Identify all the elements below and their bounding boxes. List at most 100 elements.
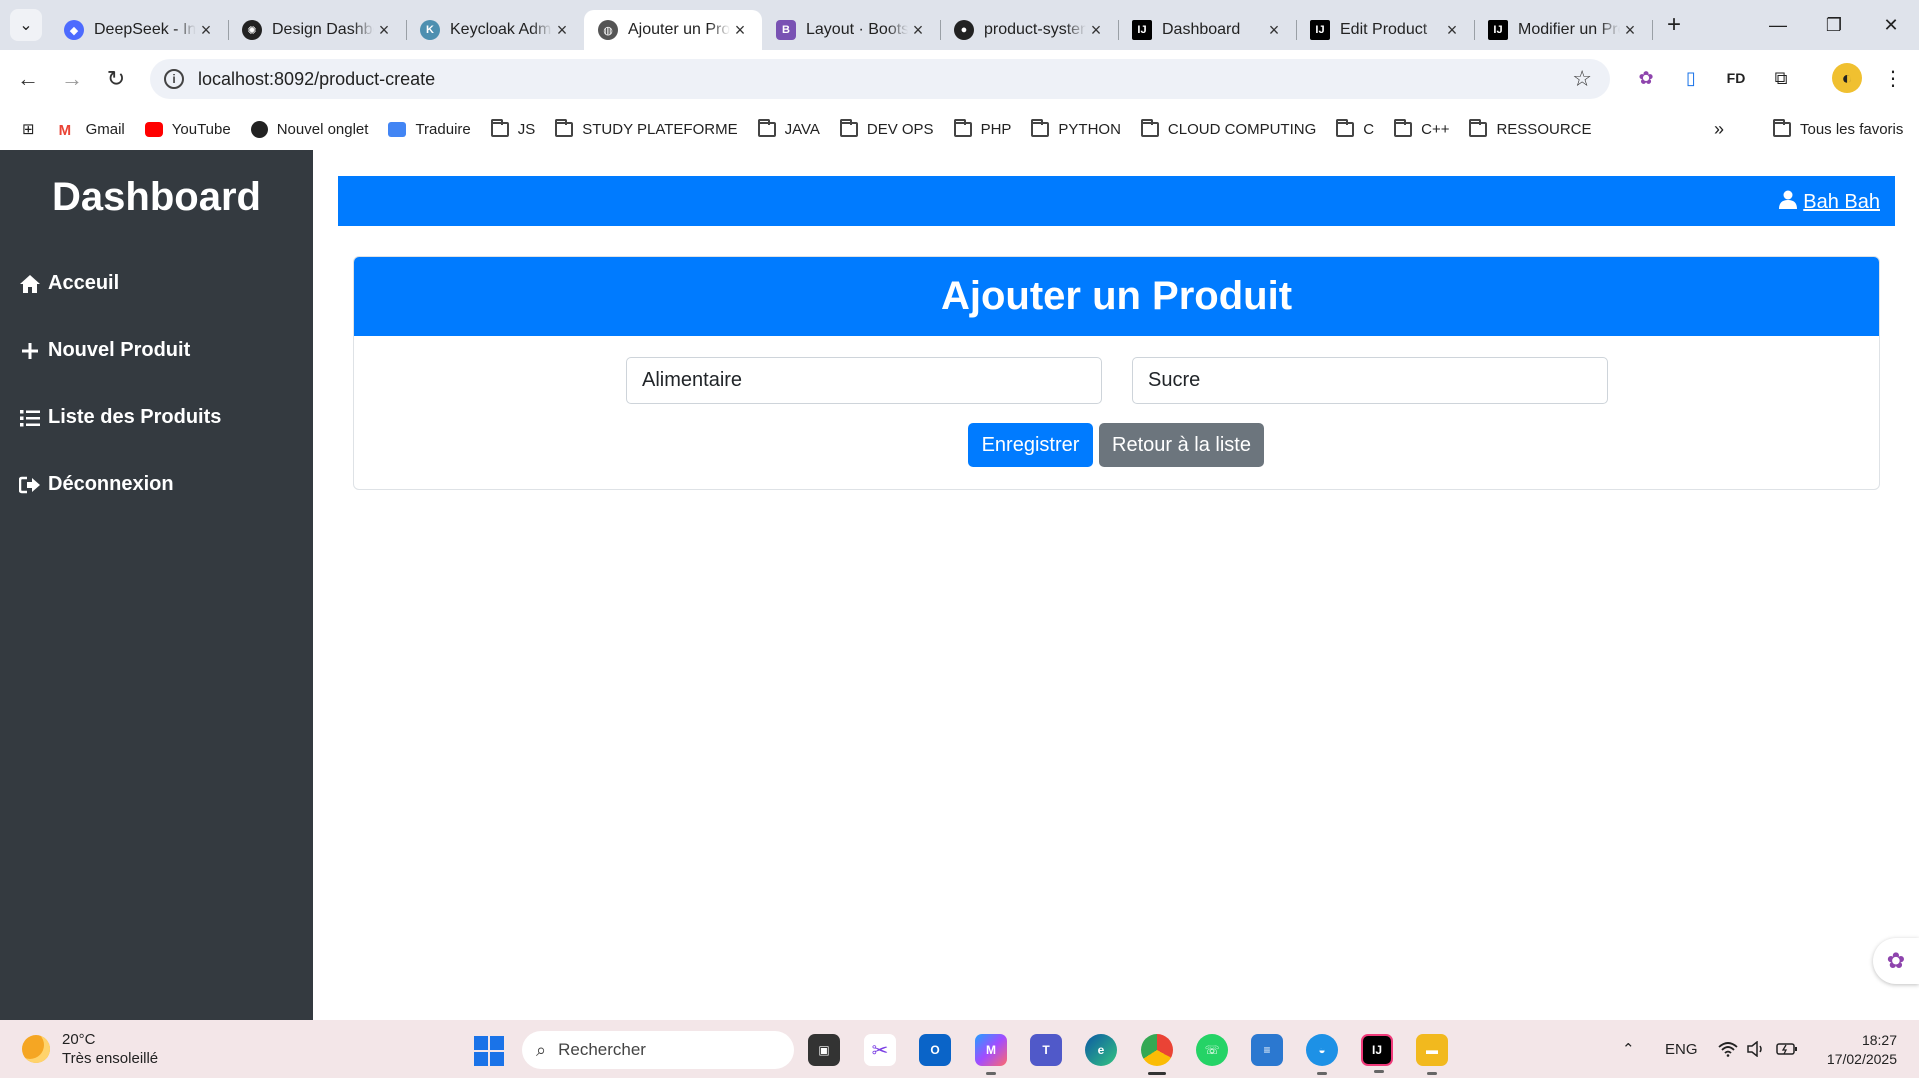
bookmark-label: CLOUD COMPUTING	[1167, 120, 1317, 138]
restore-button[interactable]: ❐	[1806, 0, 1862, 50]
bookmark-youtube[interactable]: YouTube	[144, 121, 231, 138]
docker-icon[interactable]: ◒	[1306, 1034, 1338, 1075]
more-bookmarks-chevron-icon[interactable]: »	[1714, 119, 1724, 140]
close-tab-icon[interactable]: ×	[730, 20, 750, 41]
browser-menu-icon[interactable]: ⋮	[1878, 63, 1908, 93]
bookmark-folder-python[interactable]: PYTHON	[1031, 118, 1121, 138]
snipping-tool-icon[interactable]: ✂	[864, 1034, 896, 1066]
tab-keycloak[interactable]: K Keycloak Administration ×	[406, 10, 584, 50]
bookmark-star-icon[interactable]: ☆	[1572, 66, 1592, 92]
tab-ajouter-produit[interactable]: ◍ Ajouter un Produit ×	[584, 10, 762, 50]
weather-temp: 20°C	[62, 1031, 96, 1048]
chrome-icon[interactable]	[1141, 1034, 1173, 1075]
site-info-icon[interactable]: i	[164, 69, 184, 89]
save-button[interactable]: Enregistrer	[968, 423, 1093, 467]
tab-modifier-produit[interactable]: IJ Modifier un Produit ×	[1474, 10, 1653, 50]
bookmark-folder-ressource[interactable]: RESSOURCE	[1469, 118, 1592, 138]
tab-edit-product[interactable]: IJ Edit Product ×	[1296, 10, 1475, 50]
tab-dashboard[interactable]: IJ Dashboard ×	[1118, 10, 1297, 50]
bookmark-folder-cpp[interactable]: C++	[1394, 118, 1449, 138]
bookmark-nouvel-onglet[interactable]: Nouvel onglet	[250, 120, 368, 138]
edge-icon[interactable]: e	[1085, 1034, 1117, 1066]
fd-extension-icon[interactable]: FD	[1721, 63, 1751, 93]
tab-deepseek[interactable]: ◆ DeepSeek - Into the Unknown ×	[50, 10, 229, 50]
extensions-puzzle-icon[interactable]: ⧉	[1766, 63, 1796, 93]
intellij-icon: IJ	[1310, 20, 1330, 40]
battery-icon[interactable]	[1776, 1020, 1798, 1078]
intellij-taskbar-icon[interactable]: IJ	[1361, 1034, 1393, 1073]
bookmark-label: DEV OPS	[866, 120, 934, 138]
tab-bootstrap[interactable]: B Layout · Bootstrap ×	[762, 10, 941, 50]
minimize-button[interactable]: —	[1750, 0, 1806, 50]
bookmark-folder-c[interactable]: C	[1336, 118, 1374, 138]
bookmark-folder-java[interactable]: JAVA	[757, 118, 820, 138]
sidebar-item-deconnexion[interactable]: Déconnexion	[0, 451, 313, 518]
back-button[interactable]: ←	[6, 57, 50, 101]
teams-icon[interactable]: T	[1030, 1034, 1062, 1066]
outlook-icon[interactable]: O	[919, 1034, 951, 1066]
ai-assistant-floating-button[interactable]: ✿	[1873, 938, 1919, 984]
bookmark-folder-cloud[interactable]: CLOUD COMPUTING	[1140, 118, 1317, 138]
close-tab-icon[interactable]: ×	[1442, 20, 1462, 41]
volume-icon[interactable]	[1747, 1020, 1765, 1078]
close-tab-icon[interactable]: ×	[1620, 20, 1640, 41]
document-extension-icon[interactable]: ▯	[1676, 63, 1706, 93]
sidebar-item-label: Déconnexion	[48, 473, 174, 495]
bookmark-label: STUDY PLATEFORME	[582, 120, 738, 138]
bootstrap-icon: B	[776, 20, 796, 40]
category-input[interactable]: Alimentaire	[626, 357, 1102, 404]
sidebar-brand[interactable]: Dashboard	[0, 175, 313, 220]
user-profile-link[interactable]: Bah Bah	[1779, 190, 1880, 215]
tab-design-dashboard[interactable]: ✺ Design Dashboard ×	[228, 10, 407, 50]
all-bookmarks-button[interactable]: Tous les favoris	[1773, 118, 1903, 138]
product-name-input[interactable]: Sucre	[1132, 357, 1608, 404]
close-tab-icon[interactable]: ×	[374, 20, 394, 41]
bookmark-folder-devops[interactable]: DEV OPS	[839, 118, 934, 138]
gmail-icon: M	[58, 121, 72, 139]
forward-button[interactable]: →	[50, 57, 94, 101]
keycloak-icon: K	[420, 20, 440, 40]
whatsapp-icon[interactable]: ☏	[1196, 1034, 1228, 1066]
system-clock[interactable]: 18:27 17/02/2025	[1827, 1031, 1897, 1069]
m365-icon[interactable]: M	[975, 1034, 1007, 1075]
bookmark-gmail[interactable]: M Gmail	[58, 121, 125, 139]
close-tab-icon[interactable]: ×	[1264, 20, 1284, 41]
sidebar-item-liste-produits[interactable]: Liste des Produits	[0, 384, 313, 451]
plus-icon	[18, 339, 42, 363]
translate-icon	[388, 121, 407, 137]
close-tab-icon[interactable]: ×	[908, 20, 928, 41]
taskbar-search[interactable]: ⌕ Rechercher	[522, 1031, 794, 1069]
folder-icon	[1773, 118, 1791, 137]
tab-search-button[interactable]: ⌄	[10, 9, 42, 41]
tab-title: Modifier un Produit	[1518, 21, 1620, 38]
back-to-list-button[interactable]: Retour à la liste	[1099, 423, 1264, 467]
close-tab-icon[interactable]: ×	[552, 20, 572, 41]
sidebar-item-acceuil[interactable]: Acceuil	[0, 250, 313, 317]
wifi-icon[interactable]	[1718, 1020, 1738, 1078]
close-tab-icon[interactable]: ×	[1086, 20, 1106, 41]
weather-widget[interactable]: 20°C Très ensoleillé	[22, 1030, 158, 1068]
windows-taskbar: 20°C Très ensoleillé ⌕ Rechercher ▣ ✂ O …	[0, 1020, 1919, 1078]
tab-title: Keycloak Administration	[450, 21, 552, 38]
address-bar[interactable]: i localhost:8092/product-create ☆	[150, 59, 1610, 99]
new-tab-button[interactable]: +	[1656, 7, 1692, 43]
user-icon	[1779, 190, 1798, 215]
bookmark-folder-php[interactable]: PHP	[953, 118, 1011, 138]
show-hidden-icons-chevron-icon[interactable]: ⌃	[1622, 1020, 1635, 1078]
sidebar-item-nouvel-produit[interactable]: Nouvel Produit	[0, 317, 313, 384]
ai-extension-icon[interactable]: ✿	[1631, 63, 1661, 93]
close-tab-icon[interactable]: ×	[196, 20, 216, 41]
bookmark-folder-study[interactable]: STUDY PLATEFORME	[555, 118, 738, 138]
windows-start-icon[interactable]	[474, 1036, 504, 1066]
notepad-icon[interactable]: ≡	[1251, 1034, 1283, 1066]
bookmark-traduire[interactable]: Traduire	[388, 121, 471, 138]
profile-avatar[interactable]: ◐	[1832, 63, 1862, 93]
language-indicator[interactable]: ENG	[1665, 1020, 1698, 1078]
apps-grid-icon[interactable]: ⊞	[22, 120, 35, 138]
task-view-icon[interactable]: ▣	[808, 1034, 840, 1066]
bookmark-folder-js[interactable]: JS	[490, 118, 535, 138]
reload-button[interactable]: ↻	[94, 57, 138, 101]
close-window-button[interactable]: ✕	[1863, 0, 1919, 50]
tab-github[interactable]: ● product-system ×	[940, 10, 1119, 50]
file-explorer-icon[interactable]: ▬	[1416, 1034, 1448, 1075]
